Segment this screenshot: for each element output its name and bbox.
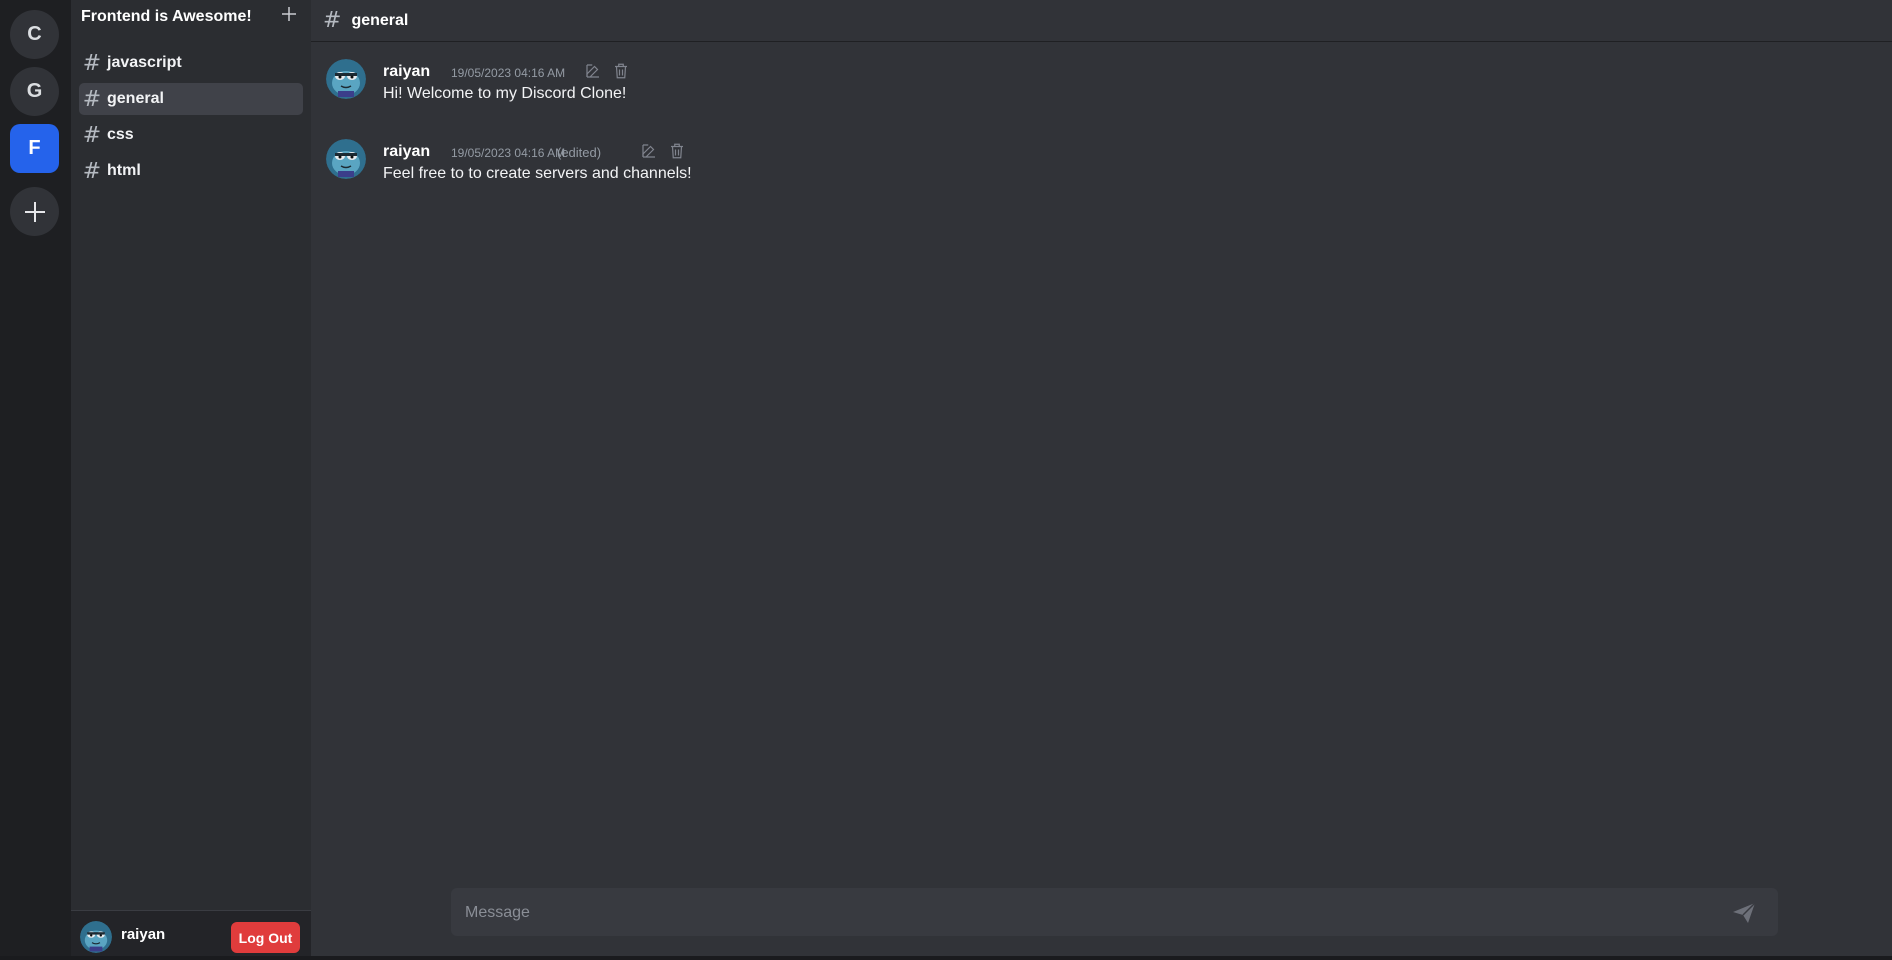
server-button-c[interactable]: C xyxy=(10,10,59,59)
message-author[interactable]: raiyan xyxy=(383,143,430,161)
avatar[interactable] xyxy=(326,139,366,179)
logout-button[interactable]: Log Out xyxy=(231,922,300,953)
message-text: Feel free to to create servers and chann… xyxy=(383,165,692,182)
message-composer xyxy=(451,888,1778,938)
message-timestamp: 19/05/2023 04:16 AM xyxy=(451,146,566,160)
server-initial: F xyxy=(28,137,41,159)
user-panel: raiyan Log Out xyxy=(71,910,311,957)
app-window: C G F Frontend is Awesome! # javascript xyxy=(0,0,1892,960)
message-item: raiyan 19/05/2023 04:16 AM Hi! Welcome t… xyxy=(326,59,1126,119)
message-author[interactable]: raiyan xyxy=(383,63,430,81)
channel-label: general xyxy=(107,90,164,107)
channel-title: general xyxy=(351,11,409,29)
chat-area: # general raiyan 19/05/2023 04:16 AM Hi!… xyxy=(311,0,1892,956)
server-rail: C G F xyxy=(0,0,71,956)
channel-item-css[interactable]: # css xyxy=(79,119,303,151)
server-name: Frontend is Awesome! xyxy=(81,8,252,25)
trash-icon[interactable] xyxy=(612,62,630,80)
channel-label: css xyxy=(107,126,134,143)
server-button-f[interactable]: F xyxy=(10,124,59,173)
trash-icon[interactable] xyxy=(668,142,686,160)
hash-icon: # xyxy=(82,122,102,148)
pencil-icon[interactable] xyxy=(584,62,602,80)
hash-icon: # xyxy=(82,50,102,76)
current-user-name: raiyan xyxy=(121,926,166,943)
channel-item-html[interactable]: # html xyxy=(79,155,303,187)
message-item: raiyan 19/05/2023 04:16 AM (edited) Feel… xyxy=(326,139,1126,199)
message-text: Hi! Welcome to my Discord Clone! xyxy=(383,85,627,102)
add-channel-plus-icon[interactable] xyxy=(281,6,297,22)
message-actions xyxy=(584,62,630,80)
hash-icon: # xyxy=(82,86,102,112)
hash-icon: # xyxy=(82,158,102,184)
message-input[interactable] xyxy=(463,888,1717,938)
channel-label: javascript xyxy=(107,54,182,71)
window-bottom-edge xyxy=(0,956,1892,960)
message-timestamp: 19/05/2023 04:16 AM xyxy=(451,66,566,80)
hash-icon: # xyxy=(323,8,342,33)
server-button-g[interactable]: G xyxy=(10,67,59,116)
server-initial: G xyxy=(26,80,43,102)
paper-plane-icon[interactable] xyxy=(1731,901,1757,925)
pencil-icon[interactable] xyxy=(640,142,658,160)
avatar xyxy=(80,921,112,953)
server-header: Frontend is Awesome! xyxy=(71,0,311,34)
edited-indicator: (edited) xyxy=(557,145,602,160)
channel-label: html xyxy=(107,162,141,179)
message-actions xyxy=(640,142,686,160)
plus-icon xyxy=(24,201,45,222)
channel-item-javascript[interactable]: # javascript xyxy=(79,47,303,79)
add-server-button[interactable] xyxy=(10,187,59,236)
server-initial: C xyxy=(27,23,42,45)
avatar[interactable] xyxy=(326,59,366,99)
channel-list: # javascript # general # css # html xyxy=(79,47,303,191)
channel-header: # general xyxy=(311,0,1892,42)
channel-sidebar: Frontend is Awesome! # javascript # gene… xyxy=(71,0,311,957)
channel-item-general[interactable]: # general xyxy=(79,83,303,115)
